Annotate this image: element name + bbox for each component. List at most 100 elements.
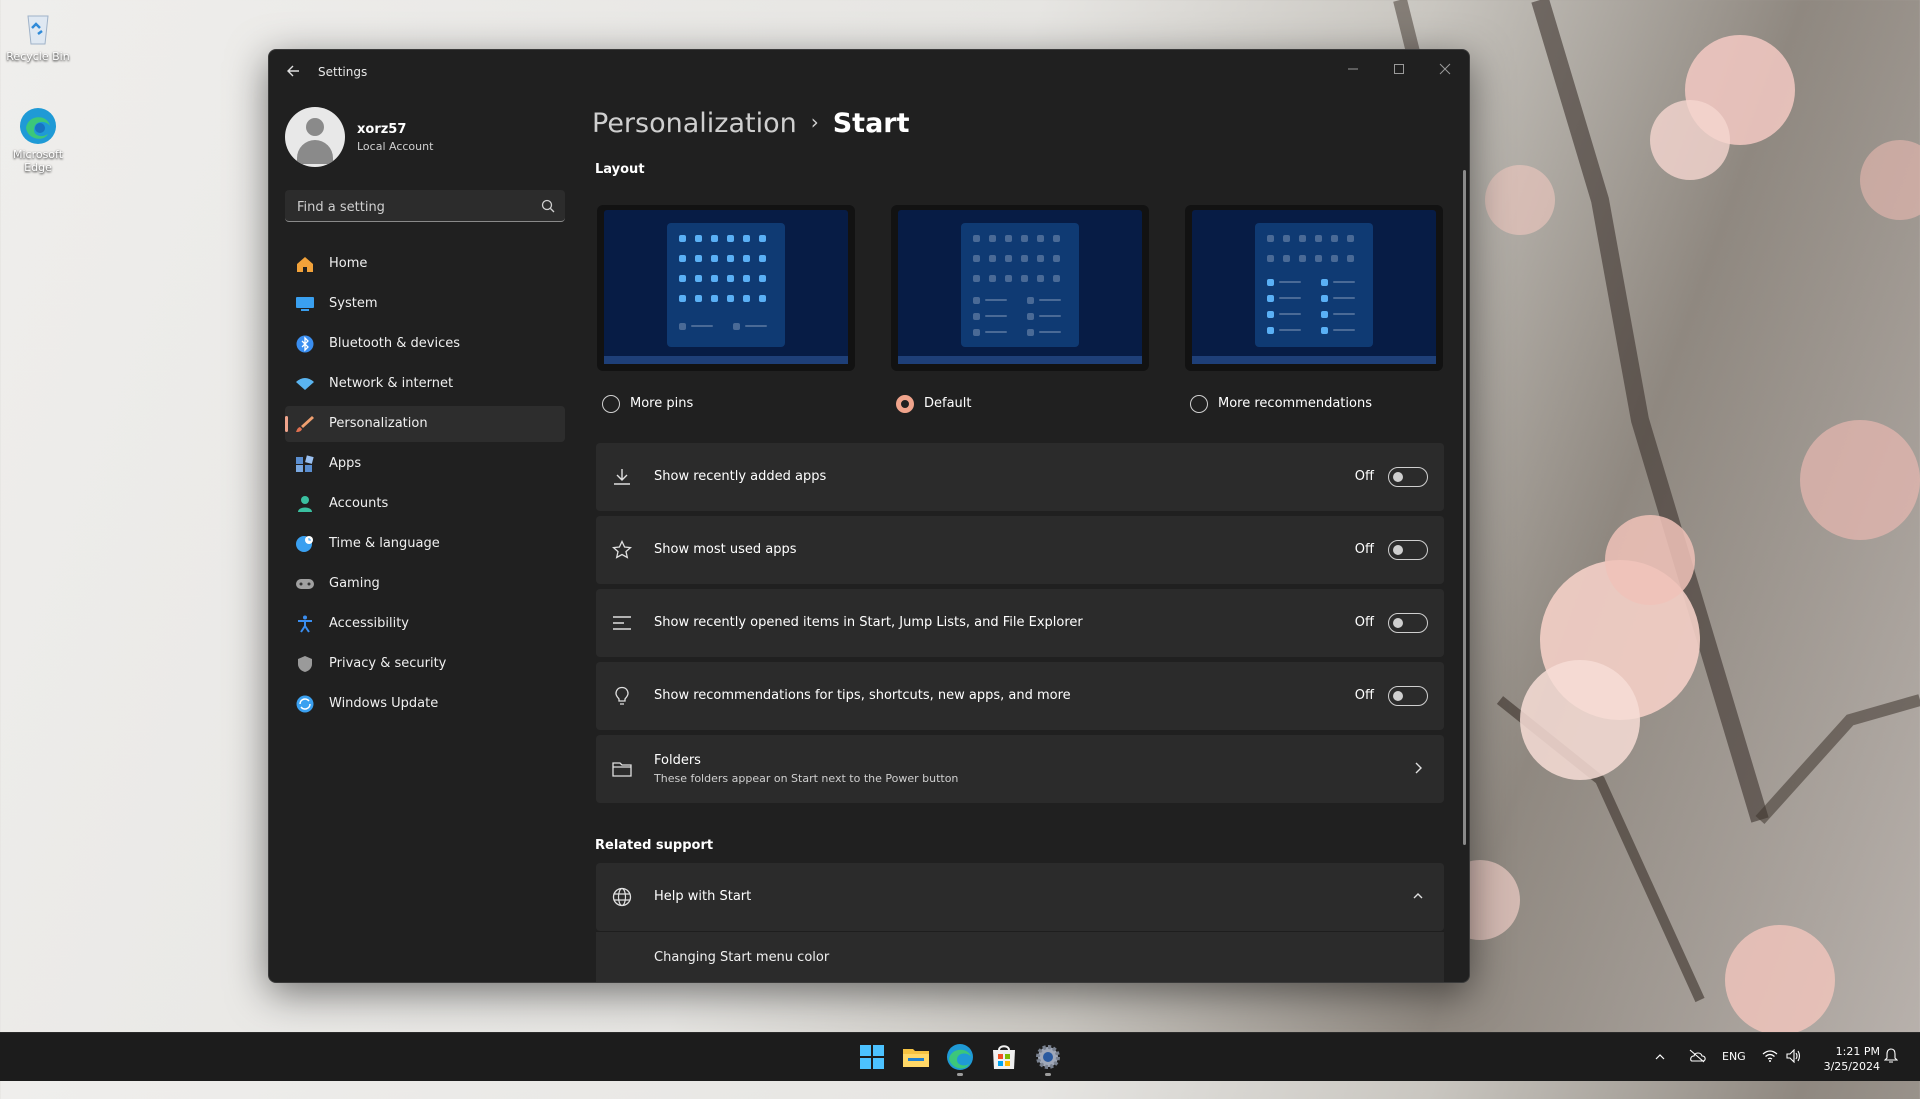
help-with-start-expander[interactable]: Help with Start (596, 863, 1444, 931)
sidebar-item-label: Personalization (329, 416, 428, 431)
radio-circle[interactable] (602, 395, 620, 413)
brush-icon (295, 415, 315, 433)
preview-pin (973, 313, 980, 320)
back-arrow-icon[interactable] (283, 64, 303, 82)
preview-pin (1267, 295, 1274, 302)
breadcrumb: Personalization › Start (592, 108, 910, 139)
sidebar-item-gaming[interactable]: Gaming (285, 566, 565, 602)
layout-preview-more-pins[interactable] (597, 205, 855, 371)
setting-most-used-apps: Show most used apps Off (596, 516, 1444, 584)
preview-pin (973, 275, 980, 282)
toggle-switch[interactable] (1388, 686, 1428, 706)
taskbar-preview (1192, 356, 1436, 364)
title-bar: Settings (269, 50, 1469, 96)
preview-pin (1267, 235, 1274, 242)
toggle-switch[interactable] (1388, 613, 1428, 633)
toggle-state-label: Off (1354, 469, 1374, 484)
radio-circle[interactable] (896, 395, 914, 413)
taskbar: ENG 1:21 PM 3/25/2024 (0, 1032, 1920, 1081)
chevron-up-icon[interactable] (1412, 887, 1424, 905)
preview-pin (1347, 235, 1354, 242)
sidebar-item-privacy[interactable]: Privacy & security (285, 646, 565, 682)
preview-pin (1315, 255, 1322, 262)
toggle-switch[interactable] (1388, 540, 1428, 560)
breadcrumb-parent[interactable]: Personalization (592, 108, 797, 139)
setting-folders[interactable]: Folders These folders appear on Start ne… (596, 735, 1444, 803)
preview-pin (759, 235, 766, 242)
preview-pin (1005, 235, 1012, 242)
bluetooth-icon (295, 335, 315, 353)
edge-icon[interactable] (944, 1041, 976, 1076)
file-explorer-icon[interactable] (900, 1041, 932, 1073)
preview-pin (743, 295, 750, 302)
minimize-icon[interactable] (1333, 58, 1373, 86)
sidebar-item-home[interactable]: Home (285, 246, 565, 282)
notification-bell-icon[interactable] (1883, 1048, 1899, 1096)
sidebar-item-system[interactable]: System (285, 286, 565, 322)
sidebar-item-accounts[interactable]: Accounts (285, 486, 565, 522)
windows-start-icon[interactable] (856, 1041, 888, 1073)
preview-pin (1005, 255, 1012, 262)
preview-line (745, 325, 767, 327)
close-icon[interactable] (1425, 58, 1465, 86)
setting-subtitle: These folders appear on Start next to th… (654, 772, 959, 785)
search-box[interactable] (285, 190, 565, 222)
onedrive-off-icon[interactable] (1688, 1049, 1706, 1097)
user-name: xorz57 (357, 122, 407, 137)
preview-line (1039, 299, 1061, 301)
sidebar-item-label: Gaming (329, 576, 380, 591)
globe-icon (612, 887, 632, 907)
preview-pin (727, 295, 734, 302)
preview-pin (1021, 235, 1028, 242)
sidebar-item-personalization[interactable]: Personalization (285, 406, 565, 442)
preview-pin (743, 255, 750, 262)
apps-icon (295, 455, 315, 473)
chevron-up-icon[interactable] (1654, 1051, 1666, 1099)
accounts-icon (295, 495, 315, 513)
layout-preview-more-recommendations[interactable] (1185, 205, 1443, 371)
globe-clock-icon (295, 535, 315, 553)
preview-pin (1283, 255, 1290, 262)
desktop-microsoft-edge[interactable]: Microsoft Edge (6, 106, 70, 174)
preview-pin (1321, 295, 1328, 302)
preview-line (1333, 297, 1355, 299)
related-support-title: Related support (595, 838, 714, 853)
preview-pin (1331, 235, 1338, 242)
preview-line (985, 331, 1007, 333)
search-input[interactable] (295, 196, 529, 218)
microsoft-store-icon[interactable] (988, 1041, 1020, 1073)
sidebar-item-time-language[interactable]: Time & language (285, 526, 565, 562)
language-indicator[interactable]: ENG (1722, 1050, 1746, 1098)
maximize-icon[interactable] (1379, 58, 1419, 86)
preview-pin (711, 255, 718, 262)
preview-line (1279, 329, 1301, 331)
help-link-start-menu-color[interactable]: Changing Start menu color (654, 950, 829, 965)
layout-preview-default[interactable] (891, 205, 1149, 371)
sidebar-item-label: Bluetooth & devices (329, 336, 460, 351)
scrollbar[interactable] (1463, 170, 1466, 845)
preview-pin (695, 235, 702, 242)
preview-pin (1005, 275, 1012, 282)
sidebar-item-windows-update[interactable]: Windows Update (285, 686, 565, 722)
volume-icon[interactable] (1786, 1048, 1802, 1097)
preview-line (985, 315, 1007, 317)
update-icon (295, 695, 315, 713)
sidebar-item-accessibility[interactable]: Accessibility (285, 606, 565, 642)
radio-circle[interactable] (1190, 395, 1208, 413)
preview-pin (973, 235, 980, 242)
toggle-switch[interactable] (1388, 467, 1428, 487)
wifi-icon[interactable] (1762, 1049, 1778, 1097)
preview-pin (711, 235, 718, 242)
preview-pin (733, 323, 740, 330)
sidebar-item-label: Accounts (329, 496, 389, 511)
sidebar-item-network[interactable]: Network & internet (285, 366, 565, 402)
settings-gear-icon[interactable] (1032, 1041, 1064, 1076)
window-title: Settings (318, 65, 368, 79)
desktop-recycle-bin[interactable]: Recycle Bin (6, 8, 70, 63)
search-icon[interactable] (541, 198, 555, 213)
sidebar-item-apps[interactable]: Apps (285, 446, 565, 482)
system-clock[interactable]: 1:21 PM 3/25/2024 (1824, 1044, 1880, 1074)
radio-label: More pins (630, 396, 694, 411)
preview-pin (1053, 255, 1060, 262)
sidebar-item-bluetooth[interactable]: Bluetooth & devices (285, 326, 565, 362)
